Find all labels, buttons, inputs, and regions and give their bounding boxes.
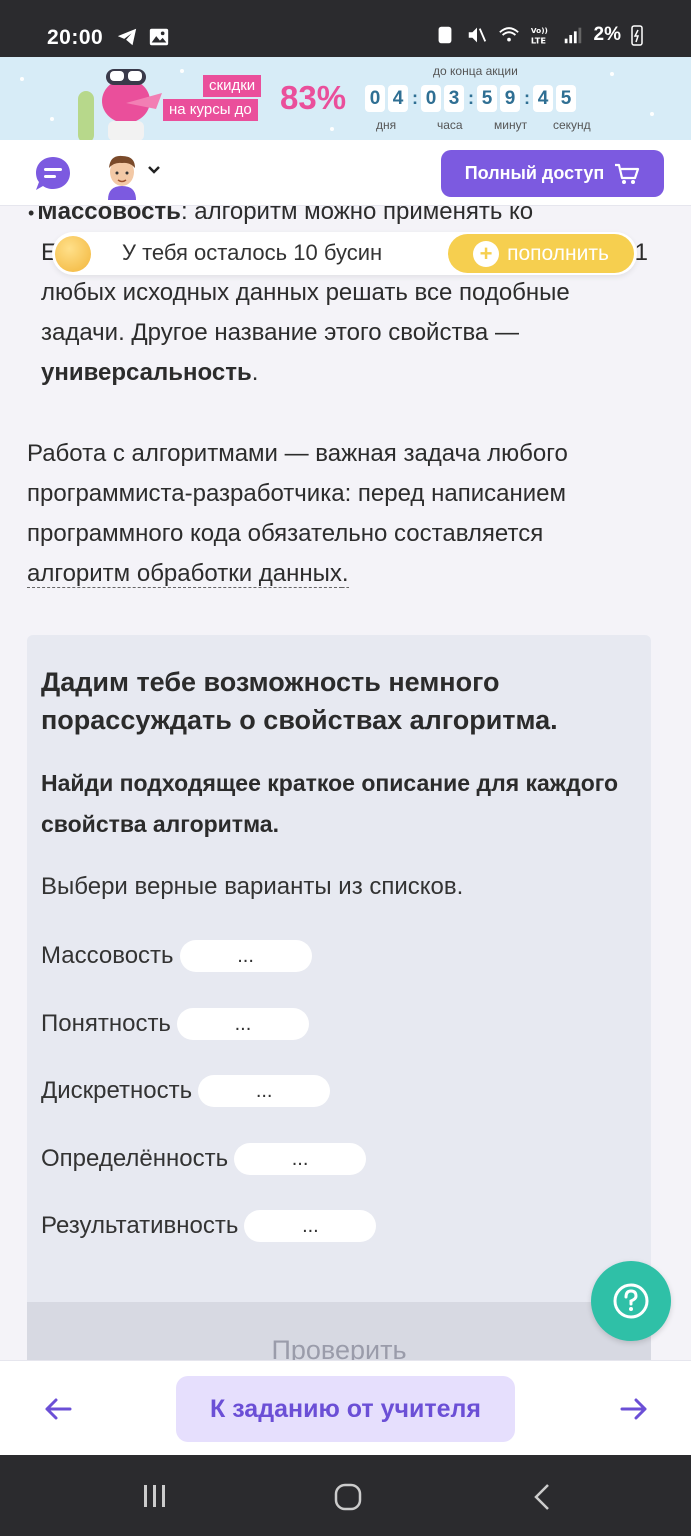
clock: 20:00 (47, 26, 104, 49)
check-label: Проверить (271, 1335, 407, 1360)
telegram-icon (117, 28, 137, 46)
timer-title: до конца акции (433, 64, 518, 78)
refill-label: пополнить (507, 241, 609, 265)
period: . (251, 359, 259, 386)
beads-text: У тебя осталось 10 бусин (122, 240, 383, 265)
lesson-content: • Массовость: алгоритм можно применять ко… (0, 206, 691, 1360)
battery-percent: 2% (593, 24, 621, 45)
battery-icon (631, 25, 643, 46)
plus-icon: + (473, 240, 500, 267)
bottom-nav: К заданию от учителя (0, 1360, 691, 1455)
mascot-illustration (78, 69, 162, 140)
property-label: Дискретность (41, 1077, 193, 1104)
answer-select[interactable]: ... (179, 940, 312, 972)
task-hint: Выбери верные варианты из списков. (41, 873, 464, 900)
bead-icon (55, 236, 91, 272)
signal-icon (564, 27, 581, 44)
full-access-button[interactable]: Полный доступ (441, 150, 664, 197)
term-massovost: Массовость (37, 206, 181, 225)
task-card: Дадим тебе возможность немного порассужд… (27, 635, 651, 1360)
match-row: Понятность ... (41, 1008, 309, 1040)
app-header: Полный доступ (0, 140, 691, 206)
term-universalnost: универсальность (41, 359, 252, 386)
timer-digit: 9 (500, 85, 520, 112)
home-icon[interactable] (333, 1483, 363, 1511)
period: . (341, 560, 349, 588)
timer-label-seconds: секунд (553, 118, 591, 132)
cart-icon (615, 163, 640, 184)
system-nav-bar (0, 1455, 691, 1536)
chevron-down-icon[interactable] (147, 165, 161, 175)
bullet-line: • Массовость: алгоритм можно применять ко (28, 206, 651, 233)
bullet-text: : алгоритм можно применять ко (180, 206, 534, 225)
bullet-dot: • (28, 206, 35, 223)
property-label: Определённость (41, 1145, 229, 1172)
lte-icon: Vo))LTE (530, 26, 547, 45)
property-label: Массовость (41, 942, 174, 969)
arrow-left-icon[interactable] (44, 1397, 72, 1421)
glossary-link[interactable]: алгоритм обработки данных (27, 560, 342, 588)
arrow-right-icon[interactable] (620, 1397, 648, 1421)
timer-digit: 5 (556, 85, 576, 112)
timer-label-days: дня (376, 118, 397, 132)
question-icon (613, 1283, 649, 1319)
paragraph-line: алгоритм обработки данных. (27, 554, 657, 594)
answer-select[interactable]: ... (176, 1008, 309, 1040)
paragraph-line: любых исходных данных решать все подобны… (41, 279, 570, 306)
teacher-task-button[interactable]: К заданию от учителя (176, 1376, 515, 1442)
paragraph-line: программного кода обязательно составляет… (27, 520, 544, 547)
wifi-icon (498, 27, 519, 42)
match-row: Массовость ... (41, 940, 312, 972)
avatar[interactable] (102, 152, 142, 200)
paragraph-line: задачи. Другое название этого свойства — (41, 319, 519, 346)
timer-digit: 4 (388, 85, 408, 112)
recent-apps-icon[interactable] (141, 1483, 169, 1509)
timer-digit: 0 (365, 85, 385, 112)
match-row: Дискретность ... (41, 1075, 331, 1107)
answer-select[interactable]: ... (244, 1210, 377, 1242)
sync-icon (438, 26, 451, 44)
paragraph-line: программиста-разработчика: перед написан… (27, 480, 566, 507)
match-row: Определённость ... (41, 1143, 367, 1175)
timer-digit: 4 (533, 85, 553, 112)
timer-digit: 5 (477, 85, 497, 112)
mute-icon (468, 27, 486, 43)
svg-text:LTE: LTE (530, 35, 546, 45)
status-bar: 20:00 Vo)) LTE 2% (0, 0, 691, 57)
task-instruction: Найди подходящее краткое описание для ка… (41, 770, 619, 837)
chat-icon[interactable] (33, 154, 73, 194)
beads-popup: У тебя осталось 10 бусин + пополнить (52, 232, 637, 275)
full-access-label: Полный доступ (464, 163, 605, 183)
task-title: Дадим тебе возможность немного порассужд… (41, 667, 558, 735)
promo-banner[interactable]: скидки на курсы до 83% до конца акции 0 … (0, 57, 691, 140)
help-button[interactable] (591, 1261, 671, 1341)
timer-label-hours: часа (437, 118, 463, 132)
sale-label-line1: скидки (203, 75, 262, 97)
property-label: Понятность (41, 1010, 171, 1037)
answer-select[interactable]: ... (198, 1075, 331, 1107)
work-paragraph: Работа с алгоритмами — важная задача люб… (27, 434, 657, 594)
property-label: Результативность (41, 1212, 239, 1239)
match-row: Результативность ... (41, 1210, 377, 1242)
sale-label-line2: на курсы до (163, 99, 258, 121)
refill-button[interactable]: + пополнить (448, 234, 634, 273)
countdown-timer: 0 4 : 0 3 : 5 9 : 4 5 (365, 85, 579, 112)
timer-label-minutes: минут (494, 118, 528, 132)
timer-digit: 0 (421, 85, 441, 112)
timer-digit: 3 (444, 85, 464, 112)
answer-select[interactable]: ... (234, 1143, 367, 1175)
svg-text:Vo)): Vo)) (530, 26, 547, 35)
paragraph-line: универсальность. (41, 353, 651, 393)
teacher-task-label: К заданию от учителя (210, 1394, 481, 1423)
back-icon[interactable] (531, 1483, 553, 1511)
check-button[interactable]: Проверить (27, 1302, 651, 1360)
paragraph-line: Работа с алгоритмами — важная задача люб… (27, 440, 568, 467)
gallery-icon (149, 28, 169, 46)
sale-percent: 83% (280, 79, 347, 116)
